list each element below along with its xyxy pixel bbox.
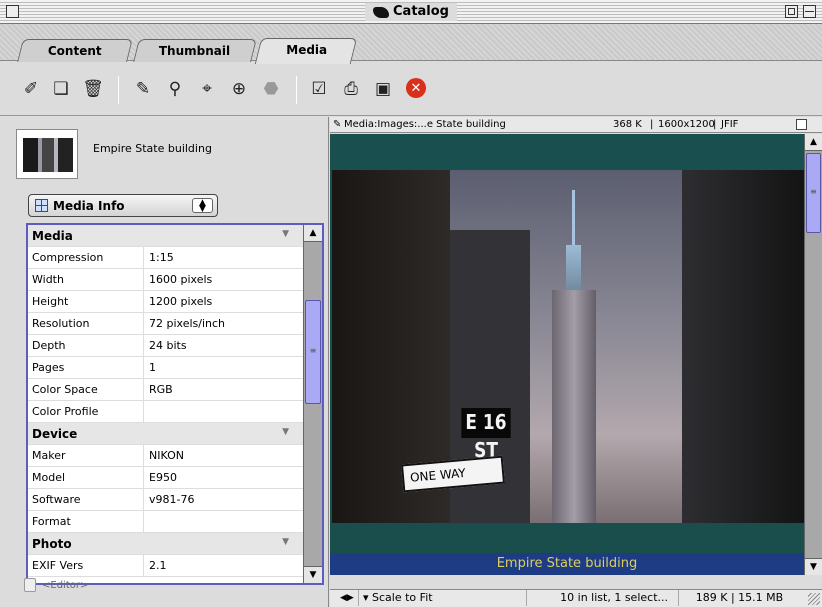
table-row[interactable]: Color Profile: [28, 401, 303, 423]
tab-bar: Content Thumbnail Media: [0, 24, 822, 64]
title-bar[interactable]: Catalog: [0, 0, 822, 24]
search-icon[interactable]: ⚲: [164, 78, 186, 100]
media-info-table[interactable]: Media ▼ Compression 1:15 Width 1600 pixels …: [26, 223, 324, 585]
viewer-box-icon[interactable]: [796, 119, 807, 130]
grid-icon: [35, 199, 48, 212]
media-path: Media:Images:...e State building: [344, 119, 506, 130]
table-row[interactable]: Format: [28, 511, 303, 533]
street-sign: E 16 ST: [461, 408, 511, 462]
window-title-text: Catalog: [393, 4, 449, 19]
scroll-up-icon[interactable]: ▲: [304, 225, 322, 242]
resize-grip[interactable]: [808, 593, 820, 605]
toolbar-separator: [118, 76, 119, 104]
collapse-triangle-icon[interactable]: ▼: [282, 537, 289, 547]
scroll-down-icon[interactable]: ▼: [304, 566, 322, 583]
tab-thumbnail[interactable]: Thumbnail: [133, 39, 257, 62]
scale-menu[interactable]: ▾ Scale to Fit: [358, 590, 433, 606]
file-size: 368 K: [613, 119, 642, 130]
checklist-icon[interactable]: ☑: [308, 78, 330, 100]
table-row[interactable]: EXIF Vers 2.1: [28, 555, 303, 577]
info-scrollbar[interactable]: ▲ ≡ ▼: [303, 225, 322, 583]
toolbar-separator: [296, 76, 297, 104]
media-name: Empire State building: [93, 142, 212, 155]
slideshow-icon[interactable]: ▣: [372, 78, 394, 100]
editor-label: <Editor>: [42, 579, 89, 591]
empire-state-building: [544, 190, 604, 525]
table-row[interactable]: Compression 1:15: [28, 247, 303, 269]
viewer-scrollbar[interactable]: ▲ ≡ ▼: [804, 134, 822, 575]
scroll-up-icon[interactable]: ▲: [805, 134, 822, 151]
cursor-icon[interactable]: ⌖: [196, 78, 218, 100]
eyedropper-icon[interactable]: ✐: [20, 78, 42, 100]
apply-icon[interactable]: ⬣: [260, 78, 282, 100]
table-row[interactable]: Pages 1: [28, 357, 303, 379]
print-icon[interactable]: ⎙: [340, 78, 362, 100]
viewer-header: ✎ Media:Images:...e State building 368 K…: [330, 117, 822, 133]
section-photo[interactable]: Photo ▼: [28, 533, 303, 555]
table-row[interactable]: Resolution 72 pixels/inch: [28, 313, 303, 335]
collapse-triangle-icon[interactable]: ▼: [282, 427, 289, 437]
close-box[interactable]: [6, 5, 19, 18]
popup-label: Media Info: [53, 198, 125, 213]
tab-content[interactable]: Content: [17, 39, 133, 62]
media-thumbnail[interactable]: [16, 129, 78, 179]
scroll-down-icon[interactable]: ▼: [805, 558, 822, 575]
section-media[interactable]: Media ▼: [28, 225, 303, 247]
table-row[interactable]: Software v981-76: [28, 489, 303, 511]
popup-arrows-icon: ▲ ▼: [192, 198, 213, 214]
editor-field[interactable]: <Editor>: [24, 578, 88, 592]
memory-status: 189 K | 15.1 MB: [678, 590, 800, 606]
image-format: JFIF: [721, 119, 739, 130]
trash-icon[interactable]: 🗑: [82, 78, 104, 100]
table-row[interactable]: Depth 24 bits: [28, 335, 303, 357]
table-row[interactable]: Height 1200 pixels: [28, 291, 303, 313]
table-row[interactable]: Width 1600 pixels: [28, 269, 303, 291]
target-icon[interactable]: ⊕: [228, 78, 250, 100]
table-row[interactable]: Color Space RGB: [28, 379, 303, 401]
toolbar: ✐ ❏ 🗑 ✎ ⚲ ⌖ ⊕ ⬣ ☑ ⎙ ▣ ✕: [0, 64, 822, 116]
caption-area: Empire State building: [330, 523, 804, 575]
window-title: Catalog: [365, 3, 457, 21]
image-caption: Empire State building: [330, 553, 804, 575]
media-viewer: ✎ Media:Images:...e State building 368 K…: [330, 117, 822, 607]
status-bar: ◀▶ ▾ Scale to Fit 10 in list, 1 select..…: [330, 589, 822, 607]
table-row[interactable]: Model E950: [28, 467, 303, 489]
left-panel: Empire State building Media Info ▲ ▼ Medi…: [0, 117, 329, 607]
annotate-icon[interactable]: ✎: [132, 78, 154, 100]
section-device[interactable]: Device ▼: [28, 423, 303, 445]
scroll-thumb[interactable]: ≡: [806, 153, 821, 233]
pencil-icon: ✎: [333, 119, 342, 130]
image-canvas[interactable]: E 16 ST ONE WAY Empire State building: [330, 134, 804, 575]
list-count: 10 in list, 1 select...: [526, 590, 674, 606]
folder-icon[interactable]: ❏: [50, 78, 72, 100]
photo-empire-state: E 16 ST ONE WAY: [332, 170, 804, 525]
zoom-box[interactable]: [785, 5, 798, 18]
catalog-icon: [373, 6, 389, 18]
tab-media[interactable]: Media: [254, 38, 358, 64]
scroll-thumb[interactable]: ≡: [305, 300, 321, 404]
editor-icon: [24, 578, 36, 592]
media-info-popup[interactable]: Media Info ▲ ▼: [28, 194, 218, 217]
table-row[interactable]: Maker NIKON: [28, 445, 303, 467]
info-rows: Media ▼ Compression 1:15 Width 1600 pixels …: [28, 225, 303, 577]
nav-arrows-icon[interactable]: ◀▶: [340, 590, 354, 606]
collapse-box[interactable]: [803, 5, 816, 18]
image-dimensions: 1600x1200: [658, 119, 715, 130]
collapse-triangle-icon[interactable]: ▼: [282, 229, 289, 239]
stop-icon[interactable]: ✕: [406, 78, 426, 98]
